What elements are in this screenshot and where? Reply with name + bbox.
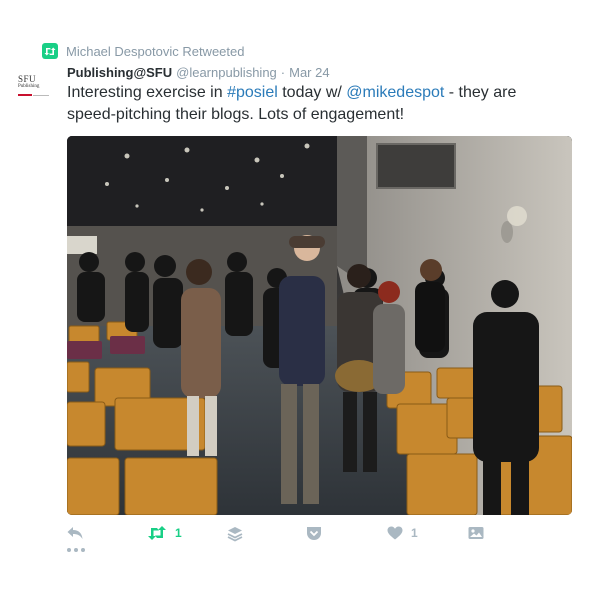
reply-button[interactable] <box>67 526 83 540</box>
tweet-photo[interactable] <box>67 136 572 515</box>
avatar-line2: Publishing <box>18 84 40 89</box>
author-name[interactable]: Publishing@SFU <box>67 65 172 80</box>
retweet-icon <box>42 43 58 59</box>
photo-lecture-hall <box>67 136 572 515</box>
tweet-text: Interesting exercise in #posiel today w/… <box>67 82 567 126</box>
layers-icon <box>227 527 243 542</box>
stack-button[interactable] <box>227 526 243 542</box>
tweet-text-part2: today w/ <box>277 84 347 101</box>
hashtag-link[interactable]: #posiel <box>227 84 278 101</box>
retweet-context-text[interactable]: Michael Despotovic Retweeted <box>66 44 244 59</box>
pocket-button[interactable] <box>306 526 322 541</box>
reply-icon <box>67 527 83 539</box>
retweet-count: 1 <box>175 526 182 540</box>
author-handle[interactable]: @learnpublishing <box>176 65 277 80</box>
heart-icon <box>387 526 403 540</box>
like-count: 1 <box>411 526 418 540</box>
more-dot-3 <box>81 548 85 552</box>
retweet-button[interactable]: 1 <box>147 526 182 540</box>
image-icon <box>468 527 484 539</box>
more-dot-2 <box>74 548 78 552</box>
mention-link[interactable]: @mikedespot <box>346 84 444 101</box>
like-button[interactable]: 1 <box>387 526 418 540</box>
pocket-icon <box>307 527 321 540</box>
tweet-actions: 1 1 <box>67 526 487 546</box>
retweet-icon <box>148 526 166 540</box>
photo-button[interactable] <box>468 526 484 540</box>
retweet-context: Michael Despotovic Retweeted <box>42 42 244 60</box>
avatar[interactable]: SFU Publishing <box>16 72 52 108</box>
header-separator: · <box>280 65 286 80</box>
tweet-header: Publishing@SFU @learnpublishing · Mar 24 <box>67 65 330 80</box>
avatar-red-bar <box>18 94 32 96</box>
tweet-date[interactable]: Mar 24 <box>289 65 329 80</box>
more-dots-icon[interactable] <box>67 548 85 552</box>
avatar-line1: SFU <box>18 74 37 84</box>
tweet-text-part1: Interesting exercise in <box>67 84 228 101</box>
avatar-grey-bar <box>33 94 49 96</box>
more-dot-1 <box>67 548 71 552</box>
